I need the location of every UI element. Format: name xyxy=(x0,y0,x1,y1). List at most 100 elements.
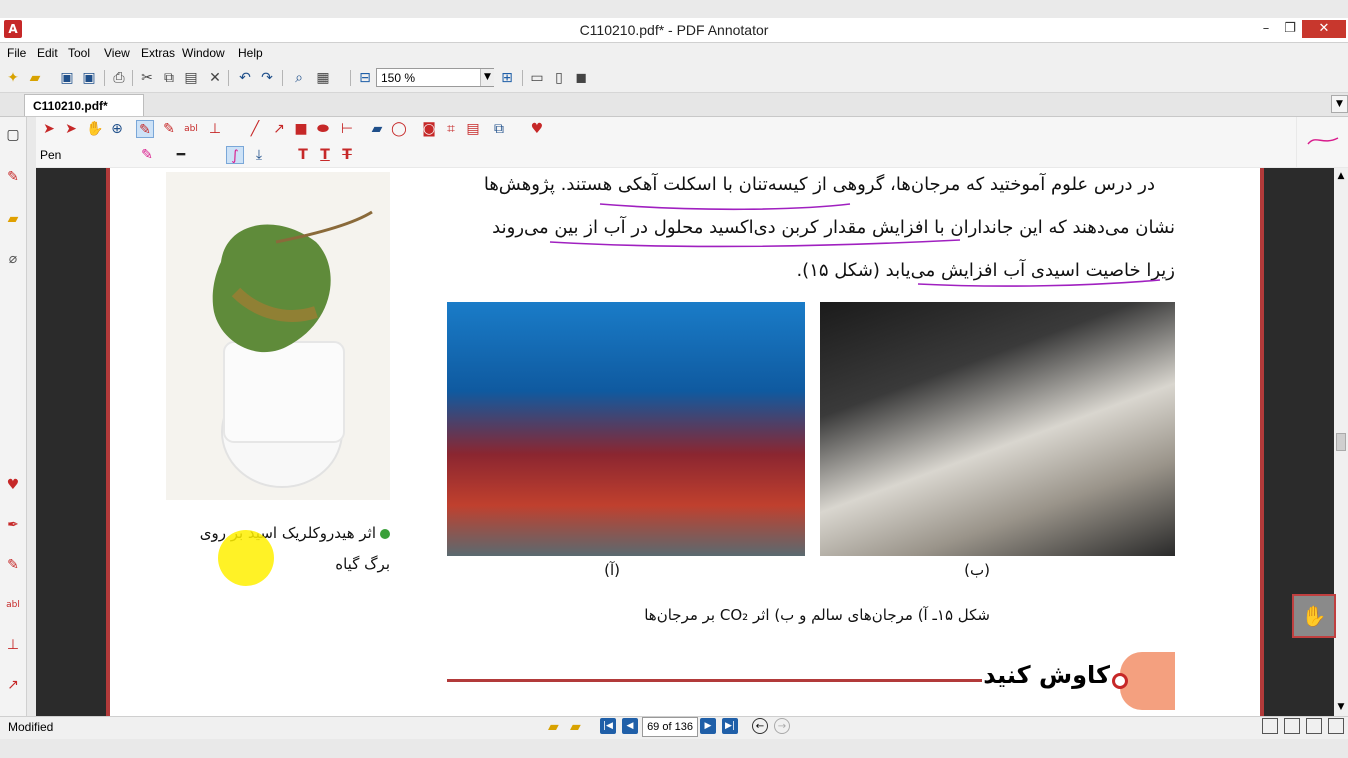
fullscreen-icon[interactable]: ◼ xyxy=(572,69,590,87)
rectangle-icon[interactable]: ■ xyxy=(292,120,310,138)
menu-help[interactable]: Help xyxy=(238,46,263,60)
line-width-icon[interactable]: ━ xyxy=(172,146,190,164)
page-icon[interactable]: ▢ xyxy=(4,126,22,144)
maximize-button[interactable]: ❐ xyxy=(1276,20,1304,38)
bleached-coral-photo xyxy=(820,302,1175,556)
copy-icon[interactable]: ⧉ xyxy=(160,69,178,87)
page-layout-icon[interactable]: ▦ xyxy=(314,69,332,87)
tab-document[interactable]: C110210.pdf* xyxy=(24,94,144,116)
open-icon[interactable]: ▰ xyxy=(26,69,44,87)
two-page-continuous-view-icon[interactable] xyxy=(1328,718,1344,734)
last-page-icon[interactable]: ▶| xyxy=(722,718,738,734)
fit-page-icon[interactable]: ▭ xyxy=(528,69,546,87)
single-page-view-icon[interactable] xyxy=(1262,718,1278,734)
smooth-stroke-icon[interactable]: ∫ xyxy=(226,146,244,164)
insert-image-icon[interactable]: ⧉ xyxy=(490,120,508,138)
two-page-view-icon[interactable] xyxy=(1306,718,1322,734)
fit-width-icon[interactable]: ▯ xyxy=(550,69,568,87)
previous-document-icon[interactable]: ▰ xyxy=(548,719,559,735)
menu-extras[interactable]: Extras xyxy=(141,46,175,60)
menu-file[interactable]: File xyxy=(7,46,26,60)
menu-window[interactable]: Window xyxy=(182,46,225,60)
text-icon[interactable]: abl xyxy=(182,120,200,138)
arrow-icon[interactable]: ↗ xyxy=(270,120,288,138)
redo-icon[interactable]: ↷ xyxy=(258,69,276,87)
folder-icon[interactable]: ▰ xyxy=(4,210,22,228)
find-icon[interactable]: ⌕ xyxy=(290,69,308,87)
strikeout-text-icon[interactable]: T xyxy=(338,146,356,164)
photo-b-label: (ب) xyxy=(964,561,990,579)
leaf-caption-line-2: برگ گیاه xyxy=(335,555,390,573)
healthy-coral-photo xyxy=(447,302,805,556)
hand-icon[interactable]: ✋ xyxy=(86,120,104,138)
leaf-caption-line-1: اثر هیدروکلریک اسید بر روی xyxy=(199,524,376,542)
pen-annotations xyxy=(549,203,1161,287)
delete-icon[interactable]: ✕ xyxy=(206,69,224,87)
next-page-icon[interactable]: ▶ xyxy=(700,718,716,734)
toolbar-separator xyxy=(132,70,133,86)
status-text: Modified xyxy=(8,720,54,734)
save-as-icon[interactable]: ▣ xyxy=(80,69,98,87)
previous-page-icon[interactable]: ◀ xyxy=(622,718,638,734)
first-page-icon[interactable]: |◀ xyxy=(600,718,616,734)
toolbar-separator xyxy=(350,70,351,86)
chevron-down-icon[interactable]: ▼ xyxy=(480,69,494,86)
print-icon[interactable]: ⎙ xyxy=(110,69,128,87)
pen-icon[interactable]: ✎ xyxy=(136,120,154,138)
new-icon[interactable]: ✦ xyxy=(4,69,22,87)
next-document-icon[interactable]: ▰ xyxy=(570,719,581,735)
zoom-select[interactable]: 150 % xyxy=(376,68,494,87)
select-icon[interactable]: ➤ xyxy=(40,120,58,138)
arrow-icon[interactable]: ↗ xyxy=(4,676,22,694)
stamp-icon[interactable]: ⊥ xyxy=(206,120,224,138)
zoom-in-icon[interactable]: ⊞ xyxy=(498,69,516,87)
page-number-input[interactable]: 69 of 136 xyxy=(642,717,698,737)
stamp-icon[interactable]: ⊥ xyxy=(4,636,22,654)
cursor-highlight xyxy=(218,530,274,586)
menu-tool[interactable]: Tool xyxy=(68,46,90,60)
stroke-preview xyxy=(1307,137,1339,145)
forward-icon[interactable]: → xyxy=(774,718,790,734)
save-icon[interactable]: ▣ xyxy=(58,69,76,87)
pen-icon[interactable]: ✒ xyxy=(4,516,22,534)
line-icon[interactable]: ╱ xyxy=(246,120,264,138)
camera-icon[interactable]: ◙ xyxy=(420,120,438,138)
cut-icon[interactable]: ✂ xyxy=(138,69,156,87)
highlighter-icon[interactable]: ✎ xyxy=(160,120,178,138)
ruler-icon[interactable]: ▤ xyxy=(464,120,482,138)
menu-edit[interactable]: Edit xyxy=(37,46,58,60)
zoom-icon[interactable]: ⊕ xyxy=(108,120,126,138)
back-icon[interactable]: ← xyxy=(752,718,768,734)
lasso-icon[interactable]: ◯ xyxy=(390,120,408,138)
tool-name-label: Pen xyxy=(40,148,62,162)
underline-text-icon[interactable]: T xyxy=(316,146,334,164)
close-button[interactable]: ✕ xyxy=(1302,20,1346,38)
continuous-view-icon[interactable] xyxy=(1284,718,1300,734)
favorite-heart-icon[interactable]: ♥ xyxy=(4,476,22,494)
pen-color-icon[interactable]: ✎ xyxy=(138,146,156,164)
zoom-out-icon[interactable]: ⊟ xyxy=(356,69,374,87)
menu-view[interactable]: View xyxy=(104,46,130,60)
ellipse-icon[interactable]: ⬬ xyxy=(314,120,332,138)
attachment-icon[interactable]: ⌀ xyxy=(4,250,22,268)
tab-strip xyxy=(0,93,1348,117)
photo-a-label: (آ) xyxy=(604,561,620,579)
highlighter-icon[interactable]: ✎ xyxy=(4,556,22,574)
scroll-up-icon[interactable]: ▲ xyxy=(1336,171,1346,181)
favorite-heart-icon[interactable]: ♥ xyxy=(528,120,546,138)
pressure-icon[interactable]: ⤓ xyxy=(250,146,268,164)
text-icon[interactable]: abl xyxy=(4,596,22,614)
text-style-icon[interactable]: T xyxy=(294,146,312,164)
measure-icon[interactable]: ⊢ xyxy=(338,120,356,138)
pen-icon[interactable]: ✎ xyxy=(4,168,22,186)
window-title: C110210.pdf* - PDF Annotator xyxy=(579,22,769,38)
undo-icon[interactable]: ↶ xyxy=(236,69,254,87)
scroll-down-icon[interactable]: ▼ xyxy=(1336,702,1346,712)
tabs-dropdown-icon[interactable]: ▼ xyxy=(1331,95,1348,113)
scrollbar-thumb[interactable] xyxy=(1336,433,1346,451)
crop-icon[interactable]: ⌗ xyxy=(442,120,460,138)
eraser-icon[interactable]: ▰ xyxy=(368,120,386,138)
hand-icon[interactable]: ✋ xyxy=(1292,594,1336,638)
paste-icon[interactable]: ▤ xyxy=(182,69,200,87)
select-text-icon[interactable]: ➤ xyxy=(62,120,80,138)
